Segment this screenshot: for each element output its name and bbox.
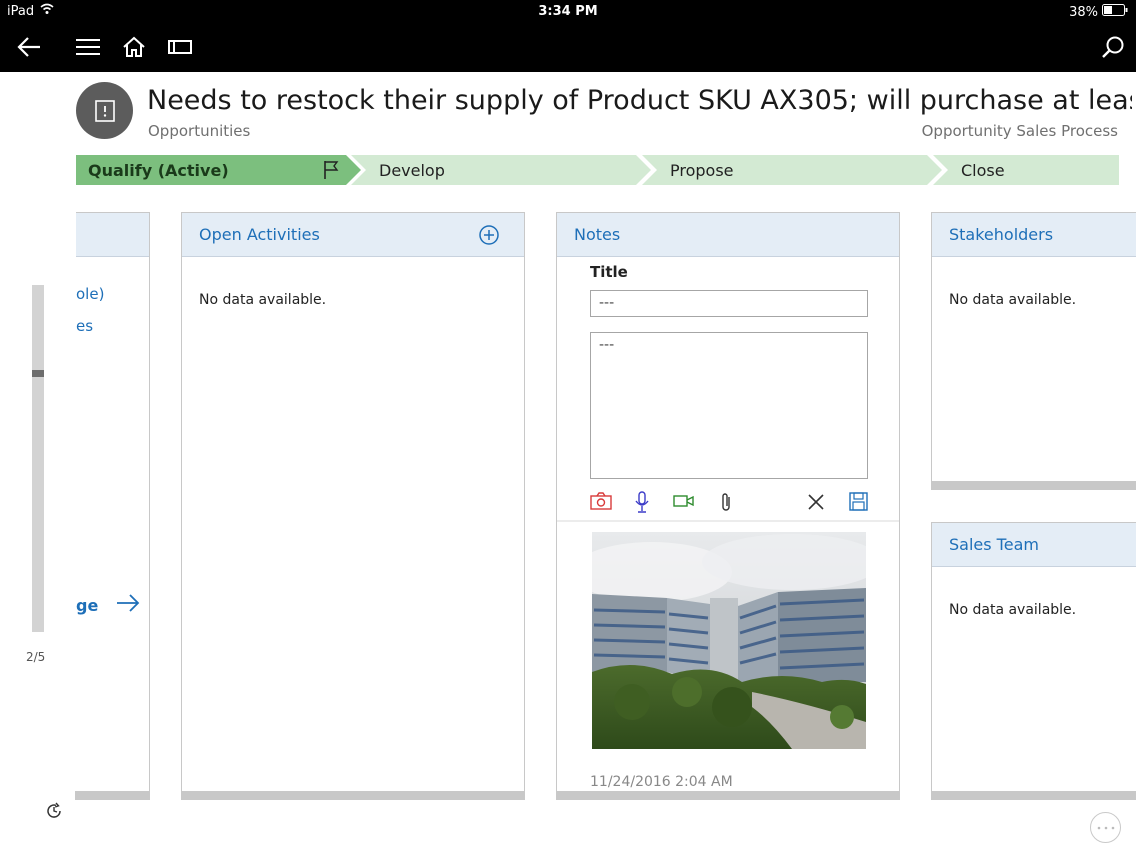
- stage-propose[interactable]: Propose: [642, 155, 942, 185]
- video-icon[interactable]: [673, 493, 695, 513]
- more-dots-icon: [1097, 826, 1114, 829]
- left-panel-link-2[interactable]: es: [76, 317, 93, 335]
- stage-label: Qualify (Active): [88, 160, 229, 180]
- panel-footer: [931, 791, 1136, 800]
- partial-panel-left: ole) es ge: [75, 212, 150, 800]
- add-activity-icon[interactable]: [478, 224, 500, 250]
- note-timestamp: 11/24/2016 2:04 AM: [590, 774, 733, 790]
- battery-percent: 38%: [1069, 4, 1098, 20]
- clock-time: 3:34 PM: [538, 4, 598, 19]
- attachment-icon[interactable]: [719, 491, 733, 517]
- stakeholders-title: Stakeholders: [949, 225, 1054, 244]
- panel-footer: [556, 791, 900, 800]
- camera-icon[interactable]: [590, 492, 612, 514]
- back-arrow-icon[interactable]: [9, 22, 49, 72]
- panel-footer: [181, 791, 525, 800]
- sales-team-title: Sales Team: [949, 535, 1039, 554]
- save-icon[interactable]: [849, 492, 868, 515]
- note-body-textarea[interactable]: ---: [590, 332, 868, 479]
- panel-header: [76, 213, 149, 257]
- process-stage-bar: Qualify (Active) Develop Propose Close: [76, 155, 1119, 185]
- panel-footer: [75, 791, 150, 800]
- open-activities-panel: Open Activities No data available.: [181, 212, 525, 800]
- empty-message: No data available.: [199, 292, 327, 308]
- open-activities-title: Open Activities: [199, 225, 320, 244]
- stage-label: Close: [961, 160, 1005, 180]
- vertical-scrollbar[interactable]: [32, 285, 44, 632]
- scrollbar-thumb[interactable]: [32, 370, 44, 377]
- empty-message: No data available.: [949, 602, 1077, 618]
- panel-header: Stakeholders: [932, 213, 1136, 257]
- left-panel-link-3: ge: [76, 595, 99, 615]
- note-image-attachment[interactable]: [592, 532, 866, 749]
- window-icon[interactable]: [160, 22, 200, 72]
- panel-footer: [931, 481, 1136, 490]
- home-icon[interactable]: [114, 22, 154, 72]
- left-panel-link-1[interactable]: ole): [76, 285, 104, 303]
- stakeholders-panel: Stakeholders No data available.: [931, 212, 1136, 490]
- panel-header: Notes: [557, 213, 899, 257]
- search-icon[interactable]: [1093, 22, 1133, 72]
- panel-header: Sales Team: [932, 523, 1136, 567]
- stage-label: Develop: [379, 160, 445, 180]
- process-name: Opportunity Sales Process: [921, 122, 1118, 140]
- note-title-label: Title: [590, 263, 628, 281]
- stage-qualify[interactable]: Qualify (Active): [76, 155, 361, 185]
- stage-develop[interactable]: Develop: [351, 155, 651, 185]
- hamburger-menu-icon[interactable]: [68, 22, 108, 72]
- status-bar: iPad 3:34 PM 38%: [0, 0, 1136, 22]
- battery-status: 38%: [1069, 4, 1128, 20]
- note-title-input[interactable]: ---: [590, 290, 868, 317]
- record-title: Needs to restock their supply of Product…: [147, 85, 1132, 116]
- microphone-icon[interactable]: [634, 491, 650, 517]
- notes-panel: Notes Title --- --- 11/24/2016 2:04 AM: [556, 212, 900, 800]
- battery-icon: [1102, 4, 1128, 20]
- record-entity-icon: [76, 82, 133, 139]
- page-indicator: 2/5: [26, 650, 46, 664]
- note-toolbar: [590, 491, 868, 513]
- sales-team-panel: Sales Team No data available.: [931, 522, 1136, 800]
- building-photo: [592, 532, 866, 749]
- notes-title: Notes: [574, 225, 621, 244]
- refresh-icon[interactable]: [44, 801, 64, 825]
- stage-close[interactable]: Close: [933, 155, 1119, 185]
- empty-message: No data available.: [949, 292, 1077, 308]
- record-entity-label: Opportunities: [148, 122, 251, 140]
- stage-label: Propose: [670, 160, 734, 180]
- navigation-bar: [0, 22, 1136, 72]
- arrow-right-icon: [116, 593, 140, 617]
- panel-header: Open Activities: [182, 213, 524, 257]
- cancel-icon[interactable]: [807, 493, 825, 515]
- left-panel-navigate-link[interactable]: ge: [76, 593, 140, 617]
- divider: [557, 520, 899, 522]
- flag-icon: [322, 160, 340, 184]
- more-options-button[interactable]: [1090, 812, 1121, 843]
